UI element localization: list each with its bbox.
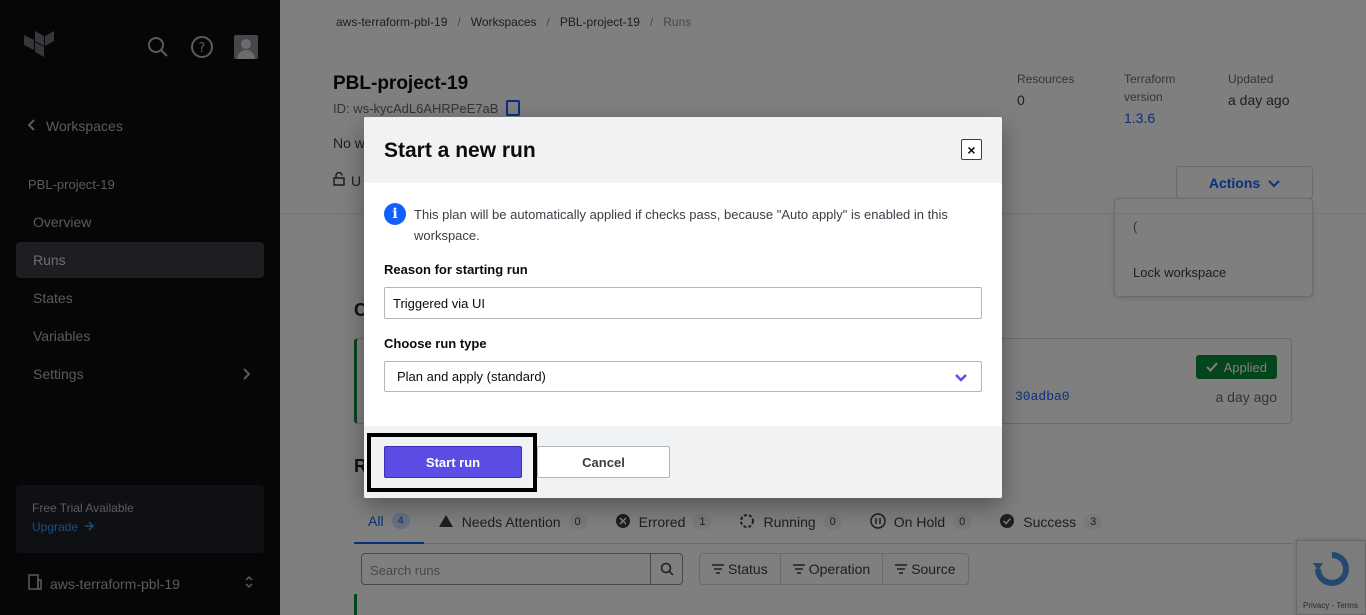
auto-apply-notice: i This plan will be automatically applie… bbox=[384, 203, 984, 246]
run-type-value: Plan and apply (standard) bbox=[397, 369, 546, 384]
modal-title: Start a new run bbox=[384, 139, 536, 162]
cancel-button[interactable]: Cancel bbox=[537, 446, 670, 478]
start-run-label: Start run bbox=[425, 454, 481, 470]
modal-footer: Start run Cancel bbox=[364, 426, 1002, 498]
modal-header: Start a new run × bbox=[364, 117, 1002, 183]
reason-input[interactable] bbox=[384, 287, 982, 319]
info-text: This plan will be automatically applied … bbox=[414, 207, 948, 243]
close-icon: × bbox=[967, 141, 976, 158]
cancel-label: Cancel bbox=[582, 454, 625, 470]
run-type-select[interactable]: Plan and apply (standard) bbox=[384, 361, 982, 392]
reason-label: Reason for starting run bbox=[384, 262, 528, 277]
chevron-down-icon bbox=[955, 371, 967, 386]
info-icon: i bbox=[384, 203, 406, 225]
start-run-button[interactable]: Start run bbox=[384, 446, 522, 478]
start-run-modal: Start a new run × i This plan will be au… bbox=[364, 117, 1002, 498]
close-button[interactable]: × bbox=[961, 139, 982, 160]
run-type-label: Choose run type bbox=[384, 336, 487, 351]
